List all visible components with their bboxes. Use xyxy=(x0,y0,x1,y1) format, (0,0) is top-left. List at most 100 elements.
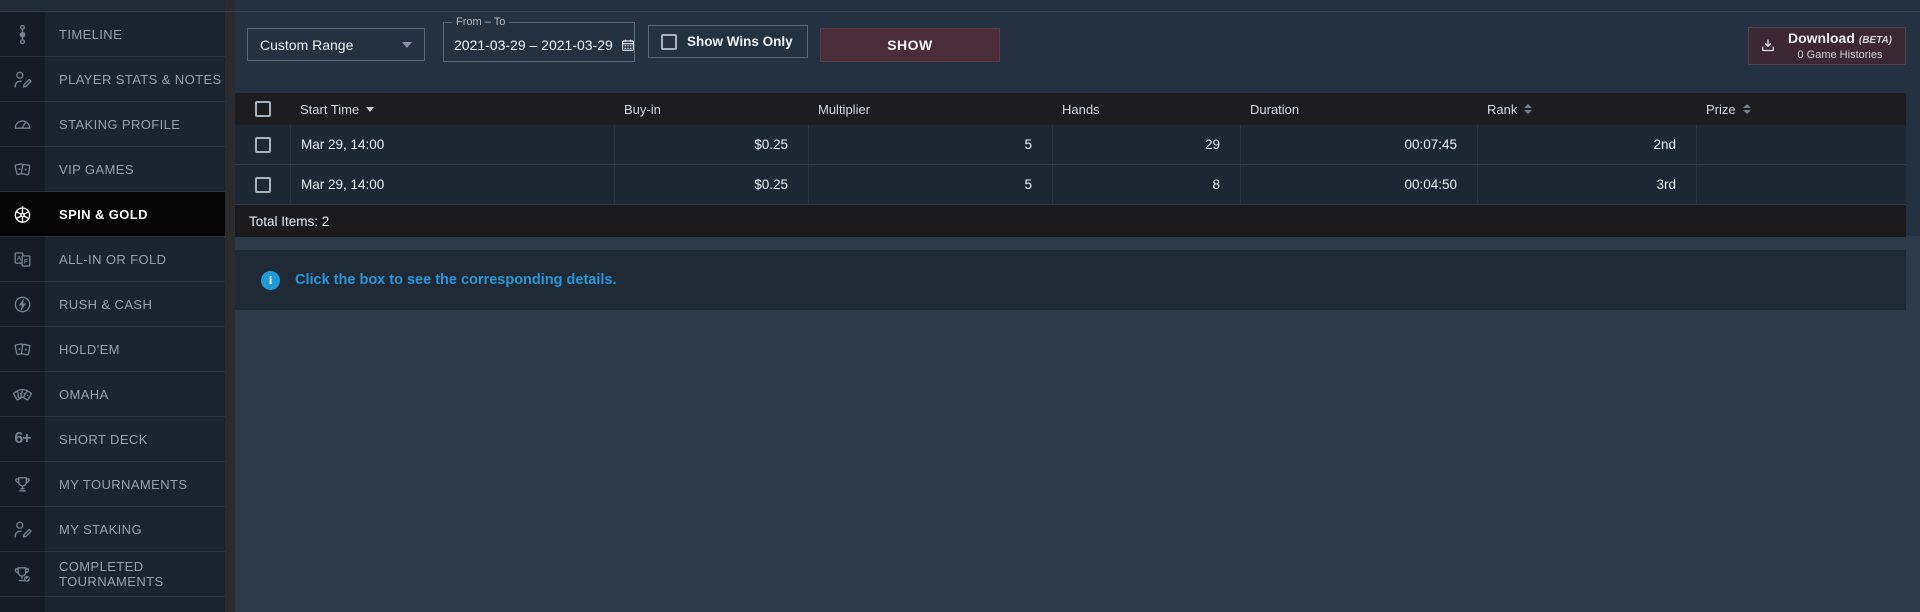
cell-prize xyxy=(1696,125,1906,164)
sidebar-item-label: STAKING PROFILE xyxy=(45,102,225,146)
cell-value: 5 xyxy=(1024,137,1032,152)
cell-rank: 2nd xyxy=(1477,125,1696,164)
sidebar-item-label: OMAHA xyxy=(45,372,225,416)
sidebar-item-my-tournaments[interactable]: MY TOURNAMENTS xyxy=(0,462,225,507)
cell-value: 3rd xyxy=(1656,177,1676,192)
game-history-page: { "sidebar": { "items": [ {"label": "TIM… xyxy=(0,0,1920,612)
download-count: 0 Game Histories xyxy=(1797,49,1883,62)
top-divider-line xyxy=(0,11,1920,12)
sidebar-item-label: MY TOURNAMENTS xyxy=(45,462,225,506)
sidebar: TIMELINE PLAYER STATS & NOTES STAKING PROF… xyxy=(0,0,225,612)
sort-desc-icon xyxy=(366,106,375,112)
cell-hands: 29 xyxy=(1052,125,1240,164)
header-cell-hands: Hands xyxy=(1052,93,1240,125)
completed-tournaments-icon xyxy=(0,552,45,596)
info-panel: i Click the box to see the corresponding… xyxy=(235,250,1906,310)
download-button[interactable]: Download (BETA) 0 Game Histories xyxy=(1748,27,1906,65)
omaha-icon xyxy=(0,372,45,416)
sidebar-item-vip-games[interactable]: VIP GAMES xyxy=(0,147,225,192)
cell-value: $0.25 xyxy=(754,137,788,152)
sidebar-item-label: TIMELINE xyxy=(45,12,225,56)
sidebar-item-label: SPIN & GOLD xyxy=(45,192,225,236)
vip-games-icon xyxy=(0,147,45,191)
row-checkbox[interactable] xyxy=(254,136,271,153)
sidebar-item-label: HOLD'EM xyxy=(45,327,225,371)
short-deck-icon: 6+ xyxy=(0,417,45,461)
sidebar-item-all-in-or-fold[interactable]: A F ALL-IN OR FOLD xyxy=(0,237,225,282)
cell-prize xyxy=(1696,165,1906,204)
header-cell-multiplier: Multiplier xyxy=(808,93,1052,125)
cell-duration: 00:07:45 xyxy=(1240,125,1477,164)
table-row[interactable]: Mar 29, 14:00 $0.25 5 8 00:04:50 3rd xyxy=(235,165,1906,205)
all-in-fold-icon: AF xyxy=(0,237,45,281)
table-row[interactable]: Mar 29, 14:00 $0.25 5 29 00:07:45 2nd xyxy=(235,125,1906,165)
cell-value: 29 xyxy=(1204,137,1220,152)
sort-icon xyxy=(1524,104,1533,114)
cell-value: 2nd xyxy=(1653,137,1676,152)
sidebar-item-label: ALL-IN OR FOLD xyxy=(45,237,225,281)
row-checkbox[interactable] xyxy=(254,176,271,193)
column-label: Hands xyxy=(1062,101,1100,117)
rush-cash-icon xyxy=(0,282,45,326)
row-select-cell xyxy=(235,125,290,164)
sidebar-item-completed-tournaments[interactable]: COMPLETED TOURNAMENTS xyxy=(0,552,225,597)
sidebar-item-player-stats-notes[interactable]: PLAYER STATS & NOTES xyxy=(0,57,225,102)
download-icon xyxy=(1762,39,1774,52)
table-header-row: Start Time Buy-in Multiplier Hands Duration R… xyxy=(235,93,1906,125)
cell-multiplier: 5 xyxy=(808,125,1052,164)
show-wins-only-checkbox[interactable] xyxy=(661,33,677,50)
select-all-checkbox[interactable] xyxy=(254,101,271,117)
spin-gold-icon xyxy=(0,192,45,236)
header-cell-rank[interactable]: Rank xyxy=(1477,93,1696,125)
cell-rank: 3rd xyxy=(1477,165,1696,204)
header-cell-start_time[interactable]: Start Time xyxy=(290,93,614,125)
sidebar-content-divider xyxy=(225,0,235,612)
holdem-icon xyxy=(0,327,45,371)
cell-value: 5 xyxy=(1024,177,1032,192)
cell-hands: 8 xyxy=(1052,165,1240,204)
column-label: Duration xyxy=(1250,101,1300,117)
sidebar-item-short-deck[interactable]: 6+ SHORT DECK xyxy=(0,417,225,462)
sidebar-item-label: COMPLETED TOURNAMENTS xyxy=(45,552,225,596)
sidebar-item-omaha[interactable]: OMAHA xyxy=(0,372,225,417)
cell-duration: 00:04:50 xyxy=(1240,165,1477,204)
total-items-row: Total Items: 2 xyxy=(235,205,1906,237)
cell-value: 00:07:45 xyxy=(1404,137,1457,152)
cell-value: 00:04:50 xyxy=(1404,177,1457,192)
sidebar-item-label: MY STAKING xyxy=(45,507,225,551)
sort-icon xyxy=(1742,104,1751,114)
sidebar-item-rush-cash[interactable]: RUSH & CASH xyxy=(0,282,225,327)
svg-text:A: A xyxy=(17,255,22,262)
player-stats-icon xyxy=(0,57,45,101)
cell-value: 8 xyxy=(1212,177,1220,192)
show-wins-only-label: Show Wins Only xyxy=(687,34,793,49)
show-button[interactable]: SHOW xyxy=(820,28,1000,62)
show-wins-only-toggle[interactable]: Show Wins Only xyxy=(648,25,808,58)
range-select[interactable]: Custom Range xyxy=(247,28,425,61)
sidebar-item-staking-profile[interactable]: STAKING PROFILE xyxy=(0,102,225,147)
column-label: Start Time xyxy=(300,101,360,117)
sidebar-item-timeline[interactable]: TIMELINE xyxy=(0,12,225,57)
sidebar-item-my-staking[interactable]: MY STAKING xyxy=(0,507,225,552)
sidebar-item-label: VIP GAMES xyxy=(45,147,225,191)
calendar-icon[interactable] xyxy=(620,37,636,53)
sidebar-item-label: SHORT DECK xyxy=(45,417,225,461)
cell-buy_in: $0.25 xyxy=(614,165,808,204)
sidebar-item-hold-em[interactable]: HOLD'EM xyxy=(0,327,225,372)
date-range-label: From – To xyxy=(452,16,510,28)
column-label: Multiplier xyxy=(818,101,871,117)
date-range-value: 2021-03-29 – 2021-03-29 xyxy=(454,37,613,53)
header-cell-prize[interactable]: Prize xyxy=(1696,93,1906,125)
column-label: Rank xyxy=(1487,101,1518,117)
chevron-down-icon xyxy=(402,41,412,48)
header-cell-buy_in: Buy-in xyxy=(614,93,808,125)
sidebar-item-spin-gold[interactable]: SPIN & GOLD xyxy=(0,192,225,237)
my-staking-icon xyxy=(0,507,45,551)
date-range-field[interactable]: From – To 2021-03-29 – 2021-03-29 xyxy=(443,16,636,62)
cell-buy_in: $0.25 xyxy=(614,125,808,164)
results-table: Start Time Buy-in Multiplier Hands Duration R… xyxy=(235,93,1906,237)
sidebar-item-label: RUSH & CASH xyxy=(45,282,225,326)
sidebar-item-label: PLAYER STATS & NOTES xyxy=(45,57,225,101)
cell-value: $0.25 xyxy=(754,177,788,192)
total-items-label: Total Items: 2 xyxy=(249,213,330,229)
